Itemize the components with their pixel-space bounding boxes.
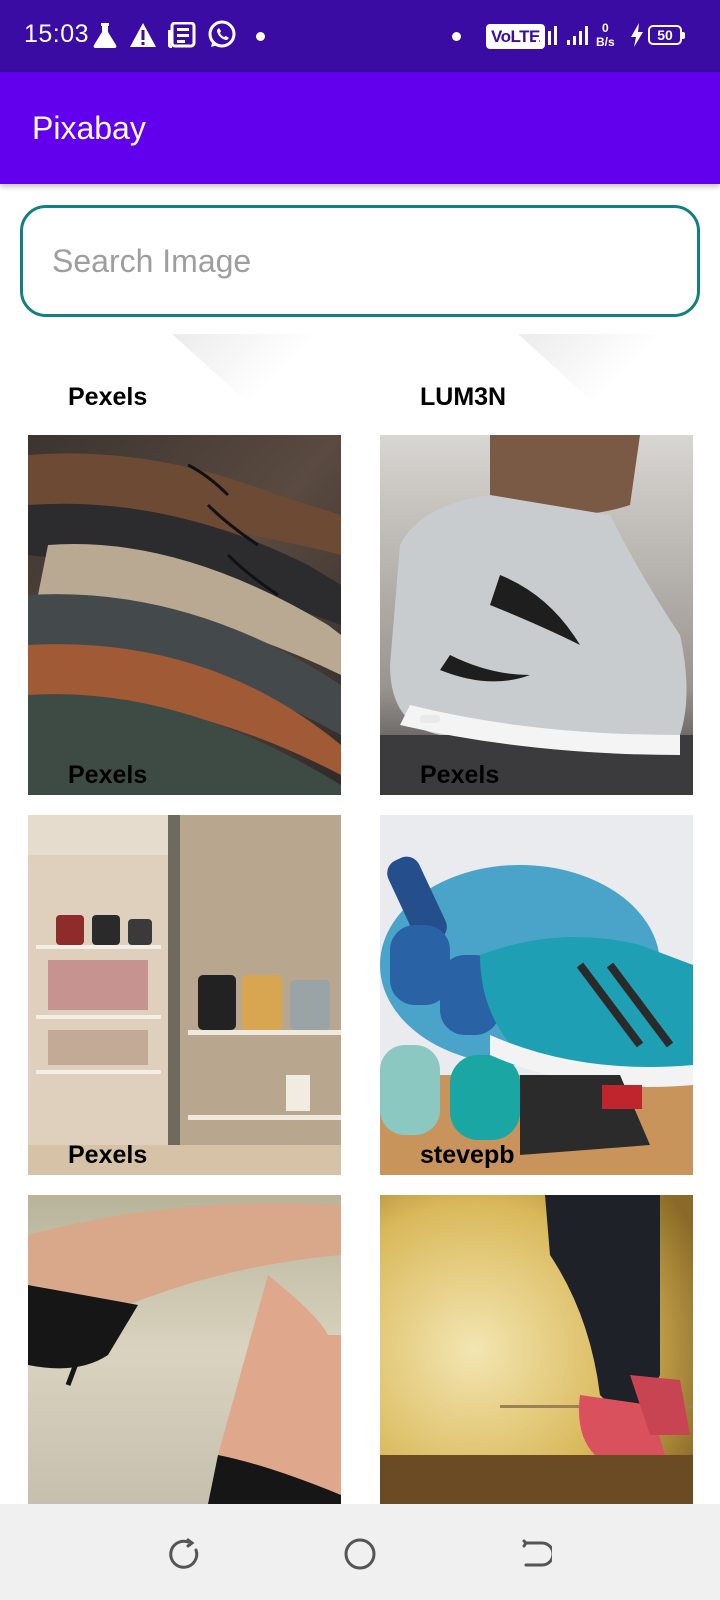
card-user-label: Pexels <box>68 761 148 789</box>
back-button[interactable] <box>518 1536 554 1572</box>
charging-icon <box>628 18 646 52</box>
network-speed: 0 B/s <box>596 21 615 49</box>
status-dot <box>452 32 461 41</box>
image-handbag-store[interactable] <box>28 815 341 1175</box>
speed-value: 0 <box>602 21 609 35</box>
signal-icon-2 <box>564 18 594 52</box>
card-user-label: Pexels <box>68 1141 148 1169</box>
status-time: 15:03 <box>24 20 90 48</box>
card-user-label: Pexels <box>420 761 500 789</box>
image-high-heels[interactable] <box>28 1195 341 1504</box>
signal-icon <box>533 18 563 52</box>
speed-unit: B/s <box>596 35 615 49</box>
card-user-label: stevepb <box>420 1141 515 1169</box>
header-user-right: LUM3N <box>420 383 507 411</box>
status-bar: 15:03 VoLTE 0 B/s 50 <box>0 0 720 72</box>
warning-icon <box>128 18 158 52</box>
notification-dot <box>256 32 265 41</box>
image-leather-shoes[interactable] <box>28 435 341 795</box>
home-button[interactable] <box>342 1536 378 1572</box>
app-bar: Pixabay <box>0 72 720 184</box>
navigation-bar <box>0 1504 720 1600</box>
image-dumbbells-shoe[interactable] <box>380 815 693 1175</box>
news-icon <box>167 18 197 52</box>
flask-icon <box>90 18 120 52</box>
image-walking-sneakers[interactable] <box>380 1195 693 1504</box>
search-box[interactable] <box>20 205 700 317</box>
back-icon <box>522 1539 552 1567</box>
card-shadow-decoration <box>172 334 312 404</box>
home-icon <box>344 1538 376 1570</box>
battery-indicator: 50 <box>648 25 685 45</box>
recents-button[interactable] <box>166 1536 202 1572</box>
image-white-sneaker[interactable] <box>380 435 693 795</box>
header-user-left: Pexels <box>68 383 148 411</box>
search-input[interactable] <box>52 238 652 284</box>
recents-icon <box>169 1538 199 1569</box>
card-shadow-decoration <box>518 334 658 404</box>
app-title: Pixabay <box>32 110 146 146</box>
whatsapp-icon <box>206 18 238 52</box>
